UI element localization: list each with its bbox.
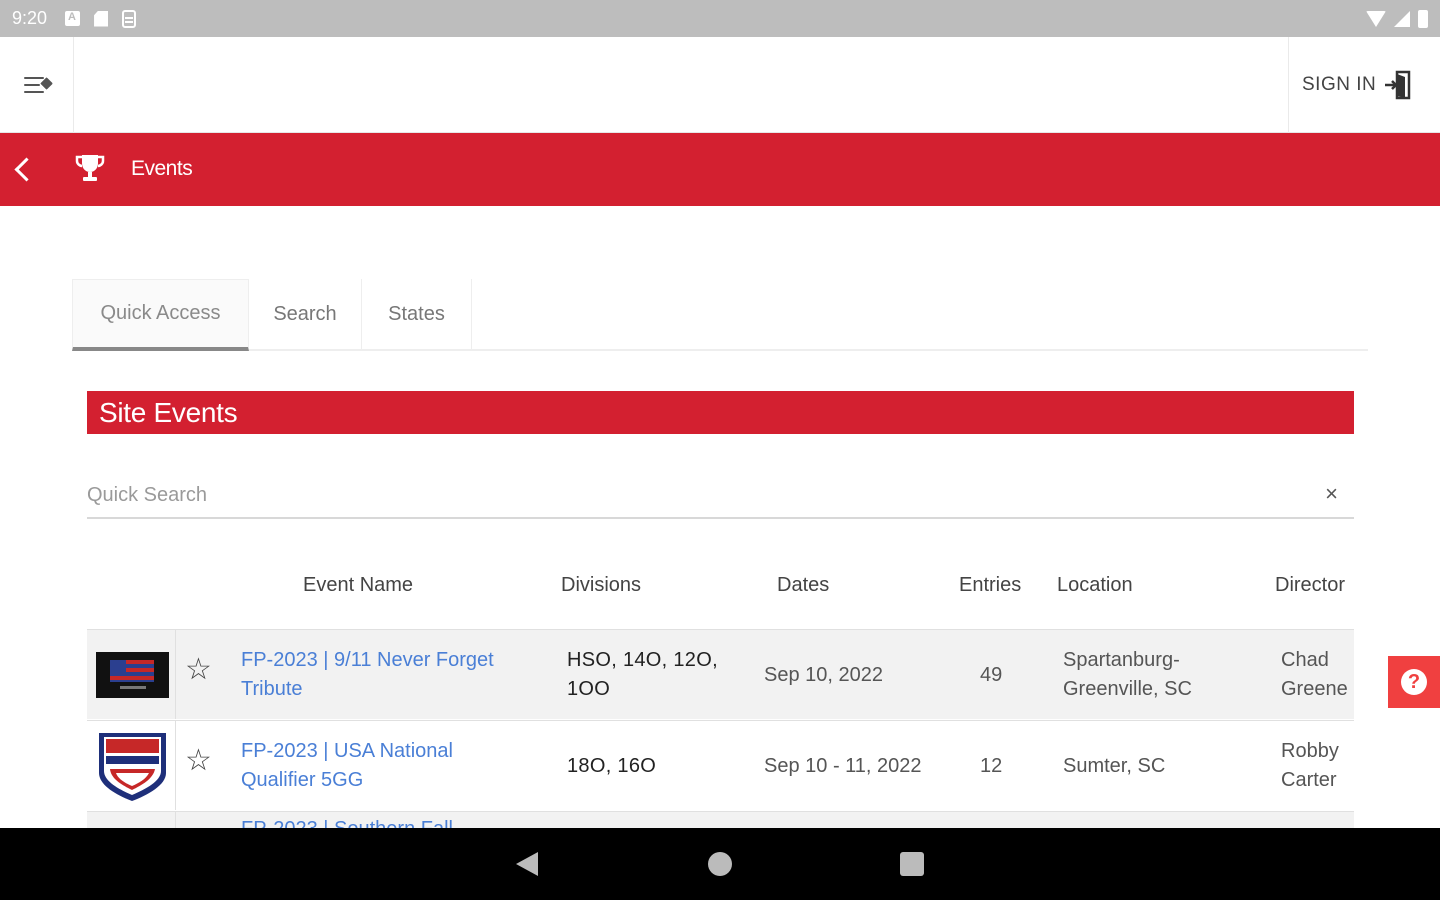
nav-home-icon[interactable] bbox=[708, 852, 732, 876]
favorite-star-icon[interactable]: ☆ bbox=[185, 743, 212, 778]
section-title: Site Events bbox=[87, 391, 1354, 434]
event-dates: Sep 10 - 11, 2022 bbox=[764, 755, 922, 777]
event-director: Chad Greene bbox=[1281, 646, 1348, 704]
help-button[interactable]: ? bbox=[1388, 656, 1440, 708]
event-name-link[interactable]: FP-2023 | USA National Qualifier 5GG bbox=[241, 737, 453, 795]
page-header: Events bbox=[0, 133, 1440, 206]
tab-bar: Quick Access Search States bbox=[72, 279, 1368, 351]
event-name-line: Tribute bbox=[241, 678, 303, 700]
cell-signal-icon bbox=[1394, 10, 1410, 27]
event-dates: Sep 10, 2022 bbox=[764, 664, 883, 686]
sim-card-icon bbox=[122, 9, 137, 28]
tab-states[interactable]: States bbox=[362, 279, 472, 349]
back-button[interactable] bbox=[10, 153, 40, 185]
quick-search-field: × bbox=[87, 473, 1354, 519]
page-title: Events bbox=[131, 157, 193, 180]
usa-flag-event-logo bbox=[96, 652, 169, 698]
column-header-divisions[interactable]: Divisions bbox=[561, 574, 641, 597]
status-time: 9:20 bbox=[12, 8, 48, 28]
director-line: Chad bbox=[1281, 649, 1329, 671]
sign-in-button[interactable]: SIGN IN bbox=[1302, 70, 1412, 100]
event-divisions: HSO, 14O, 12O, 1OO bbox=[567, 646, 718, 704]
event-name-line: FP-2023 | USA National bbox=[241, 740, 453, 762]
column-header-entries[interactable]: Entries bbox=[959, 574, 1021, 597]
event-name-link[interactable]: FP-2023 | 9/11 Never Forget Tribute bbox=[241, 646, 494, 704]
system-nav-bar bbox=[0, 828, 1440, 900]
table-row[interactable]: ☆ FP-2023 | USA National Qualifier 5GG 1… bbox=[87, 720, 1354, 810]
director-line: Robby bbox=[1281, 740, 1339, 762]
usa-softball-shield-logo bbox=[99, 733, 166, 801]
menu-line-icon bbox=[24, 84, 40, 86]
column-header-location[interactable]: Location bbox=[1057, 574, 1133, 597]
event-director: Robby Carter bbox=[1281, 737, 1339, 795]
nav-back-icon[interactable] bbox=[516, 852, 538, 876]
sign-in-icon bbox=[1385, 70, 1411, 100]
menu-toggle-button[interactable] bbox=[24, 75, 53, 97]
accessibility-icon bbox=[65, 11, 81, 26]
tab-search[interactable]: Search bbox=[249, 279, 362, 349]
battery-icon bbox=[1418, 9, 1428, 28]
app-bar-divider bbox=[1288, 37, 1289, 133]
wifi-icon bbox=[1366, 10, 1386, 27]
menu-line-icon bbox=[24, 77, 44, 79]
divisions-line: 1OO bbox=[567, 678, 611, 700]
event-entries: 12 bbox=[980, 755, 1003, 777]
column-header-director[interactable]: Director bbox=[1275, 574, 1345, 597]
event-name-line: FP-2023 | 9/11 Never Forget bbox=[241, 649, 494, 671]
director-line: Greene bbox=[1281, 678, 1348, 700]
event-name-line: Qualifier 5GG bbox=[241, 769, 364, 791]
clear-search-button[interactable]: × bbox=[1325, 481, 1338, 507]
nav-recent-apps-icon[interactable] bbox=[900, 852, 924, 876]
app-bar: SIGN IN bbox=[0, 37, 1440, 133]
event-entries: 49 bbox=[980, 664, 1003, 686]
help-question-icon: ? bbox=[1401, 669, 1427, 695]
quick-search-input[interactable] bbox=[87, 473, 1287, 517]
sign-in-label: SIGN IN bbox=[1302, 74, 1377, 95]
tab-quick-access[interactable]: Quick Access bbox=[72, 279, 249, 351]
sd-card-icon bbox=[94, 10, 109, 27]
event-location: Sumter, SC bbox=[1063, 755, 1166, 777]
chevron-left-icon bbox=[40, 77, 53, 90]
event-logo-cell bbox=[87, 630, 176, 719]
event-logo-cell bbox=[87, 721, 176, 810]
table-row[interactable]: ☆ FP-2023 | 9/11 Never Forget Tribute HS… bbox=[87, 629, 1354, 719]
app-bar-divider bbox=[73, 37, 74, 133]
event-divisions: 18O, 16O bbox=[567, 755, 657, 777]
director-line: Carter bbox=[1281, 769, 1337, 791]
event-location: Spartanburg- Greenville, SC bbox=[1063, 646, 1192, 704]
trophy-icon bbox=[75, 155, 105, 181]
column-header-dates[interactable]: Dates bbox=[777, 574, 829, 597]
status-indicators bbox=[1366, 9, 1428, 28]
status-bar: 9:20 bbox=[0, 0, 1440, 37]
location-line: Greenville, SC bbox=[1063, 678, 1192, 700]
divisions-line: HSO, 14O, 12O, bbox=[567, 649, 718, 671]
column-header-event-name[interactable]: Event Name bbox=[303, 574, 413, 597]
menu-line-icon bbox=[24, 91, 44, 93]
location-line: Spartanburg- bbox=[1063, 649, 1180, 671]
favorite-star-icon[interactable]: ☆ bbox=[185, 652, 212, 687]
